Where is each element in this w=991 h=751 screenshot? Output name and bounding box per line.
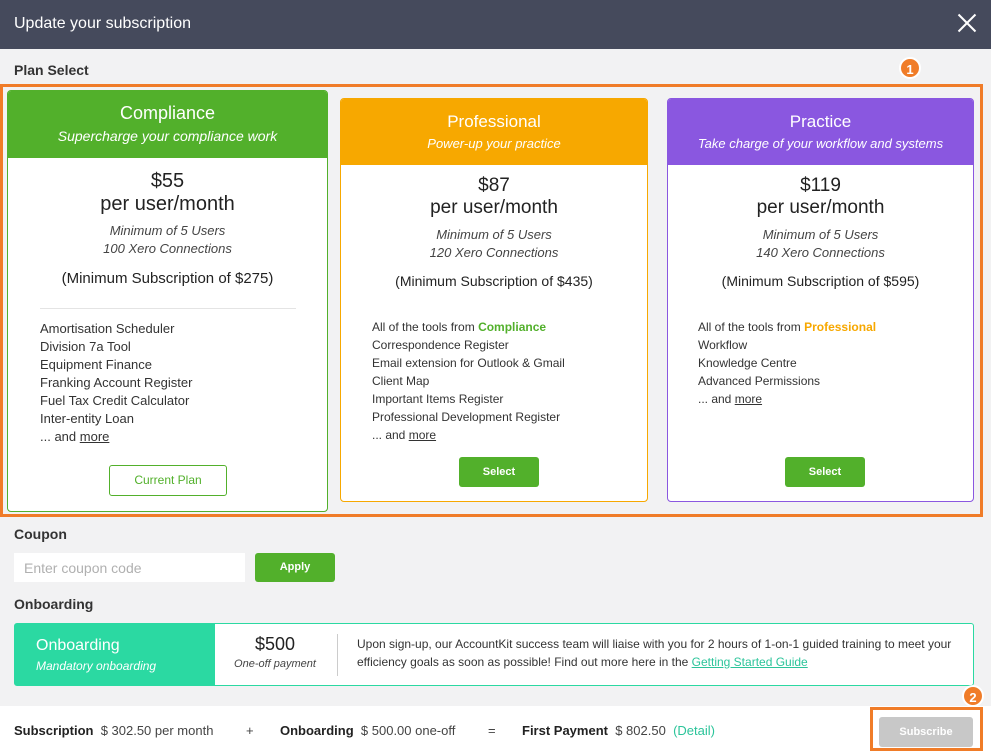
feature-item: Correspondence Register bbox=[372, 338, 509, 352]
coupon-input[interactable] bbox=[14, 553, 245, 582]
select-professional-button[interactable]: Select bbox=[459, 457, 539, 487]
plan-min-subscription: (Minimum Subscription of $275) bbox=[61, 270, 274, 287]
first-payment-summary: First Payment $ 802.50 (Detail) bbox=[522, 723, 715, 738]
detail-link[interactable]: (Detail) bbox=[673, 723, 715, 738]
feature-item: Inter-entity Loan bbox=[40, 411, 134, 426]
current-plan-button[interactable]: Current Plan bbox=[109, 465, 227, 496]
equals-sign: = bbox=[488, 723, 496, 738]
feature-item: Division 7a Tool bbox=[40, 339, 131, 354]
plan-header: Practice Take charge of your workflow an… bbox=[668, 99, 973, 165]
feature-list: All of the tools from Compliance Corresp… bbox=[372, 318, 565, 444]
subscribe-button[interactable]: Subscribe bbox=[879, 717, 973, 747]
plan-name: Professional bbox=[447, 112, 541, 131]
plan-tagline: Supercharge your compliance work bbox=[57, 128, 278, 144]
onboarding-header: Onboarding Mandatory onboarding bbox=[15, 624, 215, 685]
plan-connections: 120 Xero Connections bbox=[429, 245, 559, 260]
divider bbox=[337, 634, 338, 676]
feature-tools-from: All of the tools from Compliance bbox=[372, 318, 565, 336]
plan-price-unit: per user/month bbox=[430, 197, 558, 218]
plan-name: Compliance bbox=[119, 103, 216, 123]
feature-item: Email extension for Outlook & Gmail bbox=[372, 356, 565, 370]
more-link[interactable]: more bbox=[409, 428, 436, 442]
tools-from-plan: Professional bbox=[804, 320, 877, 334]
plan-name: Practice bbox=[789, 112, 852, 131]
coupon-label: Coupon bbox=[14, 526, 67, 542]
onboarding-label: Onboarding bbox=[14, 596, 94, 612]
plus-sign: + bbox=[246, 723, 254, 738]
feature-list: All of the tools from Professional Workf… bbox=[698, 318, 876, 408]
first-payment-label: First Payment bbox=[522, 723, 608, 738]
more-link[interactable]: more bbox=[735, 392, 762, 406]
plan-min-subscription: (Minimum Subscription of $435) bbox=[395, 273, 593, 289]
feature-item: Amortisation Scheduler bbox=[40, 321, 175, 336]
subscription-value: $ 302.50 per month bbox=[100, 723, 214, 738]
plan-price: $87 bbox=[478, 175, 510, 196]
plan-connections: 140 Xero Connections bbox=[756, 245, 885, 260]
plan-card-compliance: Compliance Supercharge your compliance w… bbox=[7, 90, 328, 512]
feature-item: Professional Development Register bbox=[372, 410, 561, 424]
feature-item: Equipment Finance bbox=[40, 357, 153, 372]
feature-item: Advanced Permissions bbox=[698, 374, 821, 388]
plan-min-users: Minimum of 5 Users bbox=[762, 227, 879, 242]
plan-min-subscription: (Minimum Subscription of $595) bbox=[721, 273, 920, 289]
getting-started-link[interactable]: Getting Started Guide bbox=[692, 655, 808, 669]
plan-card-professional: Professional Power-up your practice $87 … bbox=[340, 98, 648, 502]
feature-list: Amortisation Scheduler Division 7a Tool … bbox=[40, 320, 192, 446]
plan-card-practice: Practice Take charge of your workflow an… bbox=[667, 98, 974, 502]
plan-price: $55 bbox=[150, 170, 185, 192]
step-badge-1: 1 bbox=[899, 57, 921, 79]
divider bbox=[40, 308, 296, 309]
feature-more-row: ... and more bbox=[40, 428, 192, 446]
feature-item: Fuel Tax Credit Calculator bbox=[40, 393, 190, 408]
and-text: ... and bbox=[40, 429, 77, 444]
tools-from-plan: Compliance bbox=[478, 320, 547, 334]
plan-select-label: Plan Select bbox=[14, 62, 89, 78]
feature-item: Workflow bbox=[698, 338, 748, 352]
plan-min-users: Minimum of 5 Users bbox=[109, 223, 226, 238]
onboarding-summary-label: Onboarding bbox=[280, 723, 354, 738]
onboarding-summary: Onboarding $ 500.00 one-off bbox=[280, 723, 455, 738]
tools-prefix: All of the tools from bbox=[698, 320, 801, 334]
plan-price: $119 bbox=[800, 175, 841, 196]
close-icon[interactable] bbox=[957, 13, 977, 33]
plan-header: Professional Power-up your practice bbox=[341, 99, 647, 165]
feature-item: Knowledge Centre bbox=[698, 356, 797, 370]
modal-header: Update your subscription bbox=[0, 0, 991, 49]
subscription-summary: Subscription $ 302.50 per month bbox=[14, 723, 213, 738]
subscription-label: Subscription bbox=[14, 723, 94, 738]
feature-more-row: ... and more bbox=[372, 426, 565, 444]
tools-prefix: All of the tools from bbox=[372, 320, 475, 334]
onboarding-desc-text: Upon sign-up, our AccountKit success tea… bbox=[357, 637, 952, 669]
summary-footer: Subscription $ 302.50 per month + Onboar… bbox=[0, 706, 991, 751]
and-text: ... and bbox=[698, 392, 732, 406]
feature-item: Franking Account Register bbox=[40, 375, 193, 390]
plan-tagline: Power-up your practice bbox=[427, 136, 561, 151]
first-payment-value: $ 802.50 bbox=[615, 723, 666, 738]
feature-more-row: ... and more bbox=[698, 390, 876, 408]
step-badge-2: 2 bbox=[962, 685, 984, 707]
plan-tagline: Take charge of your workflow and systems bbox=[697, 136, 944, 151]
apply-coupon-button[interactable]: Apply bbox=[255, 553, 335, 582]
onboarding-sub: Mandatory onboarding bbox=[36, 659, 157, 673]
feature-tools-from: All of the tools from Professional bbox=[698, 318, 876, 336]
onboarding-summary-value: $ 500.00 one-off bbox=[360, 723, 456, 738]
plan-connections: 100 Xero Connections bbox=[103, 241, 232, 256]
onboarding-price-note: One-off payment bbox=[234, 658, 316, 670]
and-text: ... and bbox=[372, 428, 406, 442]
select-practice-button[interactable]: Select bbox=[785, 457, 865, 487]
more-link[interactable]: more bbox=[80, 429, 110, 444]
plan-min-users: Minimum of 5 Users bbox=[436, 227, 552, 242]
onboarding-panel: Onboarding Mandatory onboarding $500 One… bbox=[14, 623, 974, 686]
feature-item: Client Map bbox=[372, 374, 430, 388]
plan-price-unit: per user/month bbox=[756, 197, 885, 218]
modal-title: Update your subscription bbox=[14, 15, 191, 32]
plan-price-unit: per user/month bbox=[100, 193, 235, 215]
onboarding-price-block: $500 One-off payment bbox=[225, 634, 325, 670]
feature-item: Important Items Register bbox=[372, 392, 504, 406]
onboarding-name: Onboarding bbox=[36, 637, 120, 654]
onboarding-description: Upon sign-up, our AccountKit success tea… bbox=[357, 635, 967, 671]
plan-header: Compliance Supercharge your compliance w… bbox=[8, 91, 327, 158]
onboarding-price: $500 bbox=[254, 634, 296, 654]
